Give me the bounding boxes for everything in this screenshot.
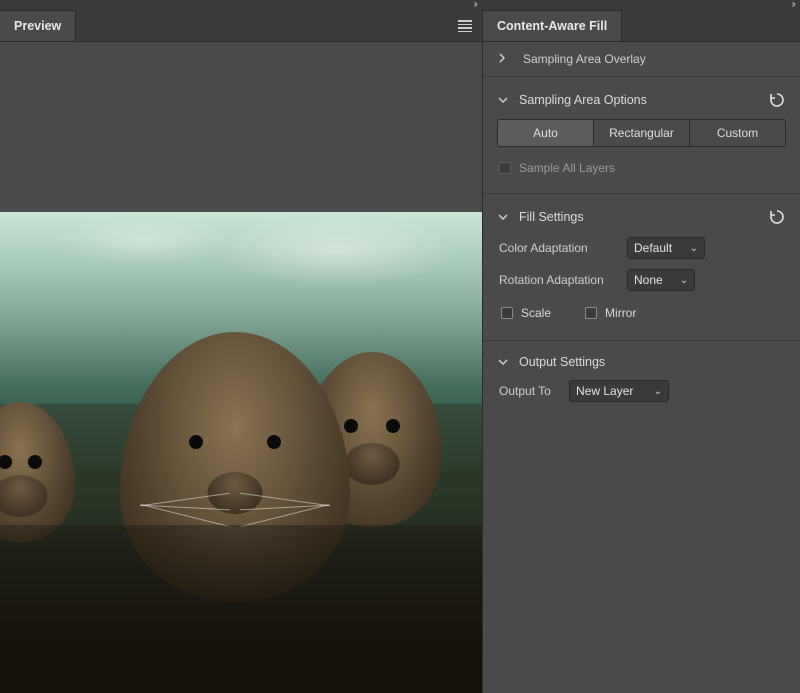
color-adaptation-value: Default — [634, 241, 682, 255]
sampling-mode-custom-button[interactable]: Custom — [690, 120, 785, 146]
preview-body — [0, 42, 482, 693]
tab-preview[interactable]: Preview — [0, 10, 76, 41]
color-adaptation-row: Color Adaptation Default ⌄ — [497, 232, 786, 264]
section-fill-settings-header[interactable]: Fill Settings — [497, 204, 786, 232]
scale-row[interactable]: Scale — [499, 302, 553, 324]
section-sampling-options: Sampling Area Options Auto Rectangular C… — [483, 76, 800, 193]
top-strip-right: ›› — [482, 0, 800, 10]
output-to-select[interactable]: New Layer ⌄ — [569, 380, 669, 402]
section-sampling-overlay[interactable]: Sampling Area Overlay — [483, 42, 800, 76]
top-strip-left: ›› — [0, 0, 482, 10]
output-to-label: Output To — [499, 384, 559, 398]
chevron-down-icon: ⌄ — [680, 275, 688, 286]
section-output-settings-header[interactable]: Output Settings — [497, 351, 786, 375]
scale-checkbox[interactable] — [501, 307, 513, 319]
rotation-adaptation-select[interactable]: None ⌄ — [627, 269, 695, 291]
scale-label: Scale — [521, 306, 551, 320]
caf-tabbar: Content-Aware Fill — [483, 10, 800, 42]
panel-menu-icon[interactable] — [456, 10, 474, 42]
tab-caf-label: Content-Aware Fill — [497, 19, 607, 33]
section-output-settings: Output Settings Output To New Layer ⌄ — [483, 340, 800, 421]
section-sampling-overlay-title: Sampling Area Overlay — [523, 52, 646, 66]
app-top-strip: ›› ›› — [0, 0, 800, 10]
rotation-adaptation-row: Rotation Adaptation None ⌄ — [497, 264, 786, 296]
sampling-mode-segmented: Auto Rectangular Custom — [497, 119, 786, 147]
sample-all-layers-label: Sample All Layers — [519, 161, 615, 175]
chevron-down-icon — [497, 357, 509, 367]
section-fill-settings: Fill Settings Color Adaptation Default ⌄… — [483, 193, 800, 340]
rotation-adaptation-label: Rotation Adaptation — [499, 273, 617, 287]
fill-settings-checks: Scale Mirror — [497, 296, 786, 326]
preview-panel: Preview — [0, 10, 482, 693]
sampling-mode-rect-button[interactable]: Rectangular — [594, 120, 690, 146]
mirror-label: Mirror — [605, 306, 636, 320]
output-to-value: New Layer — [576, 384, 646, 398]
section-sampling-options-header[interactable]: Sampling Area Options — [497, 87, 786, 115]
chevron-down-icon — [497, 95, 509, 105]
chevron-right-icon — [497, 52, 507, 66]
tab-preview-label: Preview — [14, 19, 61, 33]
sample-all-layers-checkbox — [499, 162, 511, 174]
chevron-down-icon: ⌄ — [654, 386, 662, 397]
preview-image[interactable] — [0, 212, 482, 693]
collapse-left-icon[interactable]: ›› — [473, 0, 476, 10]
preview-tabbar: Preview — [0, 10, 482, 42]
rotation-adaptation-value: None — [634, 273, 672, 287]
color-adaptation-select[interactable]: Default ⌄ — [627, 237, 705, 259]
mirror-checkbox[interactable] — [585, 307, 597, 319]
color-adaptation-label: Color Adaptation — [499, 241, 617, 255]
sampling-mode-auto-button[interactable]: Auto — [498, 120, 594, 146]
section-sampling-options-title: Sampling Area Options — [519, 93, 758, 107]
tab-content-aware-fill[interactable]: Content-Aware Fill — [483, 10, 622, 41]
sample-all-layers-row: Sample All Layers — [497, 157, 786, 179]
chevron-down-icon: ⌄ — [690, 243, 698, 254]
mirror-row[interactable]: Mirror — [583, 302, 638, 324]
collapse-right-icon[interactable]: ›› — [791, 0, 794, 10]
chevron-down-icon — [497, 212, 509, 222]
section-output-settings-title: Output Settings — [519, 355, 786, 369]
reset-icon[interactable] — [768, 91, 786, 109]
output-to-row: Output To New Layer ⌄ — [497, 375, 786, 407]
section-fill-settings-title: Fill Settings — [519, 210, 758, 224]
reset-icon[interactable] — [768, 208, 786, 226]
caf-panel: Content-Aware Fill Sampling Area Overlay… — [482, 10, 800, 693]
